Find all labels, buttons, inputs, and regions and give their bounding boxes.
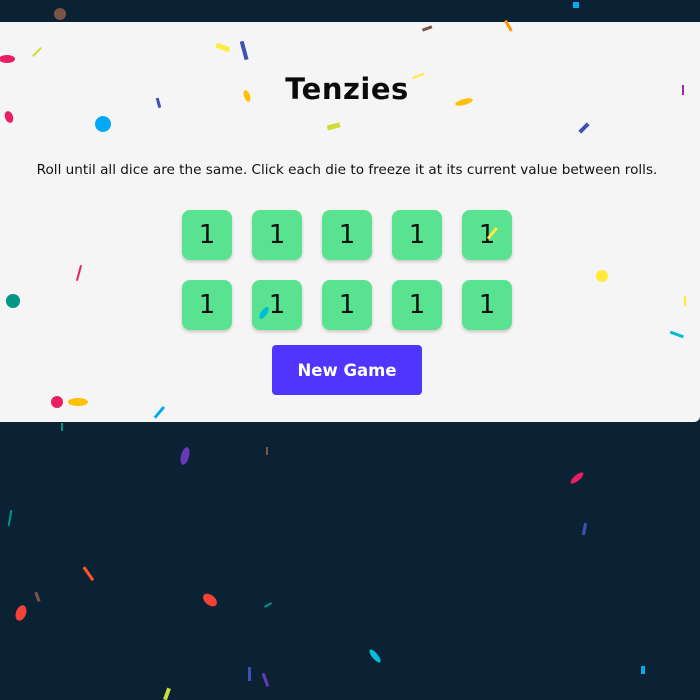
die[interactable]: 1 — [322, 280, 372, 330]
confetti-piece — [7, 509, 13, 527]
confetti-piece — [641, 666, 645, 674]
dice-grid: 1 1 1 1 1 1 1 1 1 1 — [182, 210, 512, 330]
die[interactable]: 1 — [322, 210, 372, 260]
die[interactable]: 1 — [462, 210, 512, 260]
confetti-piece — [570, 472, 584, 484]
new-game-button[interactable]: New Game — [272, 345, 422, 395]
confetti-piece — [180, 447, 190, 465]
confetti-piece — [34, 591, 41, 603]
app-stage: Tenzies Roll until all dice are the same… — [0, 0, 700, 700]
die[interactable]: 1 — [252, 280, 302, 330]
die[interactable]: 1 — [392, 210, 442, 260]
confetti-piece — [54, 8, 66, 20]
confetti-piece — [573, 2, 579, 8]
instructions-text: Roll until all dice are the same. Click … — [36, 162, 658, 178]
page-title: Tenzies — [285, 72, 409, 106]
confetti-piece — [248, 667, 251, 681]
die[interactable]: 1 — [182, 280, 232, 330]
confetti-piece — [369, 649, 381, 663]
confetti-piece — [15, 605, 27, 621]
die[interactable]: 1 — [462, 280, 512, 330]
confetti-piece — [261, 672, 270, 687]
die[interactable]: 1 — [252, 210, 302, 260]
die[interactable]: 1 — [182, 210, 232, 260]
confetti-piece — [61, 423, 63, 431]
die[interactable]: 1 — [392, 280, 442, 330]
confetti-piece — [264, 602, 272, 608]
confetti-piece — [82, 566, 95, 582]
confetti-piece — [203, 593, 217, 607]
game-card: Tenzies Roll until all dice are the same… — [0, 22, 700, 422]
confetti-piece — [266, 447, 268, 455]
confetti-piece — [581, 522, 588, 536]
confetti-piece — [163, 687, 171, 700]
